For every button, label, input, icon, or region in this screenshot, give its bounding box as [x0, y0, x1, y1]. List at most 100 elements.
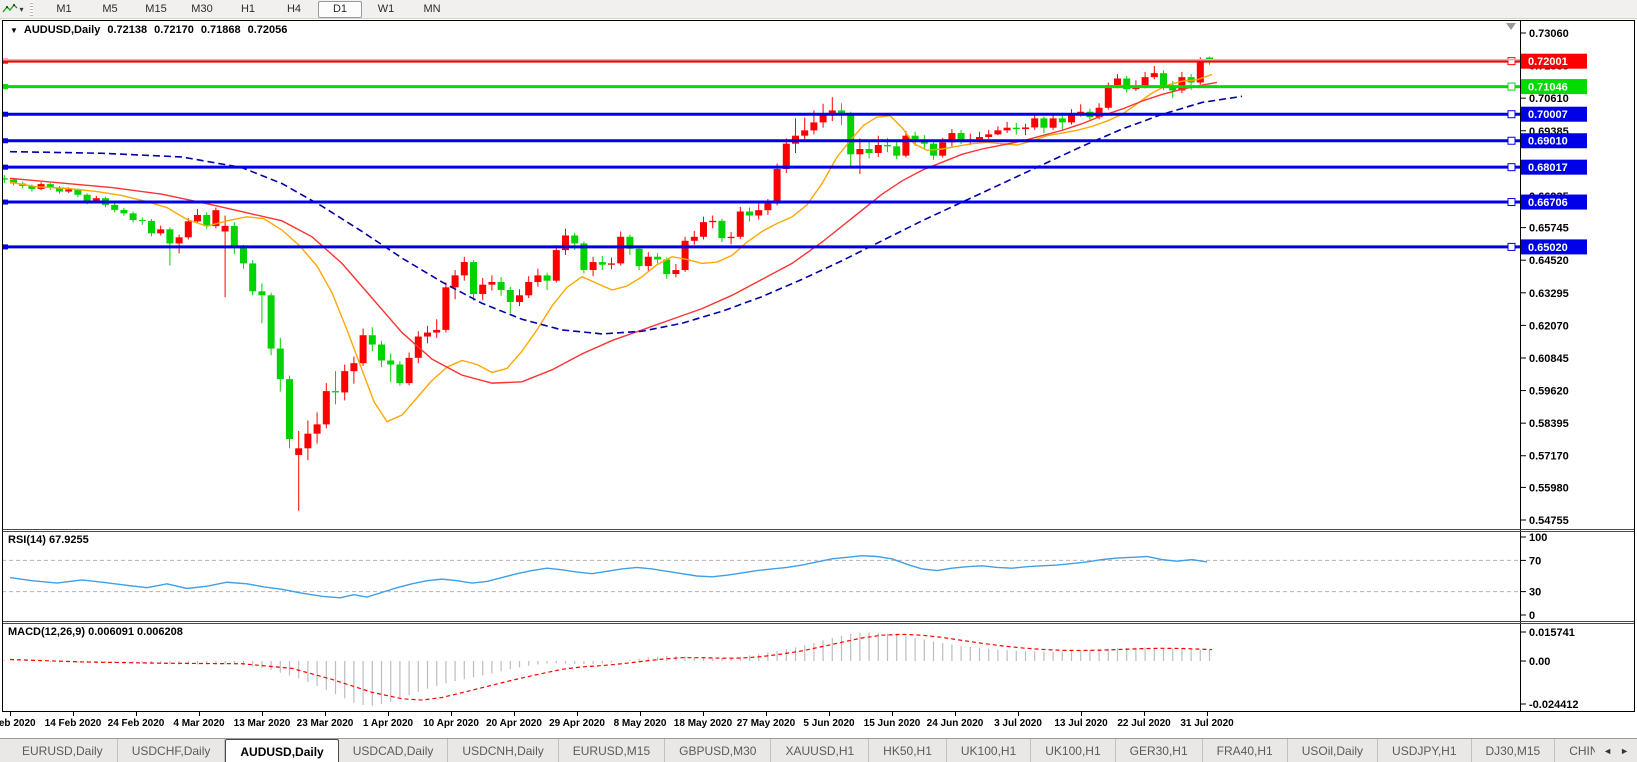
candle-body [387, 361, 394, 365]
bottom-tab-usdjpy-h1[interactable]: USDJPY,H1 [1378, 739, 1471, 762]
timeframe-buttons: M1M5M15M30H1H4D1W1MN [41, 1, 455, 18]
line-chart-icon[interactable]: ▾ [0, 1, 26, 17]
bottom-tab-china300-h4[interactable]: CHINA300,H4 [1555, 739, 1595, 762]
candle-body [258, 291, 265, 295]
candle-body [691, 237, 698, 241]
bottom-tab-fra40-h1[interactable]: FRA40,H1 [1203, 739, 1288, 762]
axis-label: 0.57170 [1529, 451, 1569, 463]
hline-left-handle[interactable] [3, 200, 8, 205]
tabs-scroll-right-button[interactable]: ► [1620, 746, 1629, 756]
date-label: 23 Mar 2020 [297, 718, 354, 729]
hline-left-handle[interactable] [3, 112, 8, 117]
bottom-tab-hk50-h1[interactable]: HK50,H1 [869, 739, 947, 762]
axis-label: 0.59620 [1529, 386, 1569, 398]
hline-right-handle[interactable] [1508, 137, 1515, 144]
candle-body [148, 221, 155, 234]
candle-body [636, 249, 643, 266]
candle-body [847, 114, 854, 154]
timeframe-button-d1[interactable]: D1 [318, 1, 362, 18]
bottom-tab-dj30-m15[interactable]: DJ30,M15 [1472, 739, 1556, 762]
candle-body [856, 149, 863, 154]
bottom-tab-eurusd-m15[interactable]: EURUSD,M15 [559, 739, 665, 762]
timeframe-button-m1[interactable]: M1 [42, 1, 86, 18]
quote-high: 0.72170 [154, 24, 194, 36]
axis-label: 0.68017 [1528, 162, 1568, 174]
timeframe-button-m5[interactable]: M5 [88, 1, 132, 18]
bottom-tab-ger30-h1[interactable]: GER30,H1 [1116, 739, 1203, 762]
candle-body [1031, 118, 1038, 127]
candle-body [130, 213, 137, 220]
candle-body [176, 237, 183, 243]
candle-body [645, 257, 652, 266]
timeframe-button-h1[interactable]: H1 [226, 1, 270, 18]
date-label: 31 Jul 2020 [1180, 718, 1233, 729]
axis-label: -0.024412 [1529, 699, 1579, 711]
toolbar-grip[interactable] [28, 2, 35, 16]
bottom-tab-usoil-daily[interactable]: USOil,Daily [1288, 739, 1378, 762]
bottom-tab-usdcad-daily[interactable]: USDCAD,Daily [339, 739, 449, 762]
candle-body [1004, 128, 1011, 131]
bottom-tab-audusd-daily[interactable]: AUDUSD,Daily [225, 739, 338, 762]
candle-body [304, 434, 311, 449]
candle-body [866, 149, 873, 153]
date-tick [1144, 712, 1145, 716]
candle-body [801, 130, 808, 135]
bottom-tab-uk100-h1[interactable]: UK100,H1 [1031, 739, 1115, 762]
candle-body [764, 204, 771, 211]
axis-label: 0.70007 [1528, 109, 1568, 121]
hline-right-handle[interactable] [1508, 243, 1515, 250]
tabs-scroll-left-button[interactable]: ◄ [1603, 746, 1612, 756]
candle-body [295, 448, 302, 455]
date-axis[interactable]: 5 Feb 202014 Feb 202024 Feb 20204 Mar 20… [2, 712, 1635, 737]
bottom-tab-usdcnh-daily[interactable]: USDCNH,Daily [448, 739, 558, 762]
timeframe-button-m30[interactable]: M30 [180, 1, 224, 18]
candle-body [406, 358, 413, 383]
timeframe-button-mn[interactable]: MN [410, 1, 454, 18]
bottom-tab-uk100-h1[interactable]: UK100,H1 [947, 739, 1031, 762]
date-label: 27 May 2020 [737, 718, 795, 729]
axis-label: 0 [1529, 610, 1535, 622]
date-tick [388, 712, 389, 716]
metatrader-window: ▾ M1M5M15M30H1H4D1W1MN 0.730600.718350.7… [0, 0, 1637, 762]
bottom-tab-xauusd-h1[interactable]: XAUUSD,H1 [771, 739, 869, 762]
candle-body [323, 391, 330, 424]
hline-left-handle[interactable] [3, 84, 8, 89]
candle-body [360, 335, 367, 363]
date-tick [577, 712, 578, 716]
timeframe-button-w1[interactable]: W1 [364, 1, 408, 18]
candle-body [166, 229, 173, 243]
date-tick [640, 712, 641, 716]
hline-right-handle[interactable] [1508, 83, 1515, 90]
timeframe-button-m15[interactable]: M15 [134, 1, 178, 18]
candle-body [1114, 78, 1121, 85]
bottom-tab-usdchf-daily[interactable]: USDCHF,Daily [118, 739, 226, 762]
dropdown-arrow-icon[interactable]: ▾ [19, 5, 23, 14]
candle-body [222, 226, 229, 232]
bottom-tab-eurusd-daily[interactable]: EURUSD,Daily [8, 739, 118, 762]
price-chart[interactable]: 0.730600.718350.706100.693850.681600.669… [2, 20, 1635, 712]
hline-right-handle[interactable] [1508, 199, 1515, 206]
hline-left-handle[interactable] [3, 138, 8, 143]
hline-right-handle[interactable] [1508, 58, 1515, 65]
candle-body [139, 220, 146, 221]
date-tick [10, 712, 11, 716]
axis-label: 30 [1529, 587, 1541, 599]
hline-left-handle[interactable] [3, 165, 8, 170]
candle-body [534, 275, 541, 282]
timeframe-button-h4[interactable]: H4 [272, 1, 316, 18]
candle-body [341, 371, 348, 392]
hline-right-handle[interactable] [1508, 111, 1515, 118]
candle-body [590, 262, 597, 270]
axis-label: 0.58395 [1529, 418, 1569, 430]
candle-body [746, 212, 753, 216]
date-label: 29 Apr 2020 [549, 718, 605, 729]
hline-left-handle[interactable] [3, 244, 8, 249]
collapse-arrow-icon[interactable]: ▼ [10, 26, 18, 35]
candle-body [452, 275, 459, 287]
bottom-tab-gbpusd-m30[interactable]: GBPUSD,M30 [665, 739, 771, 762]
date-label: 3 Jul 2020 [994, 718, 1042, 729]
candle-body [976, 137, 983, 139]
hline-right-handle[interactable] [1508, 164, 1515, 171]
date-label: 24 Jun 2020 [927, 718, 984, 729]
axis-label: 0.70610 [1529, 93, 1569, 105]
